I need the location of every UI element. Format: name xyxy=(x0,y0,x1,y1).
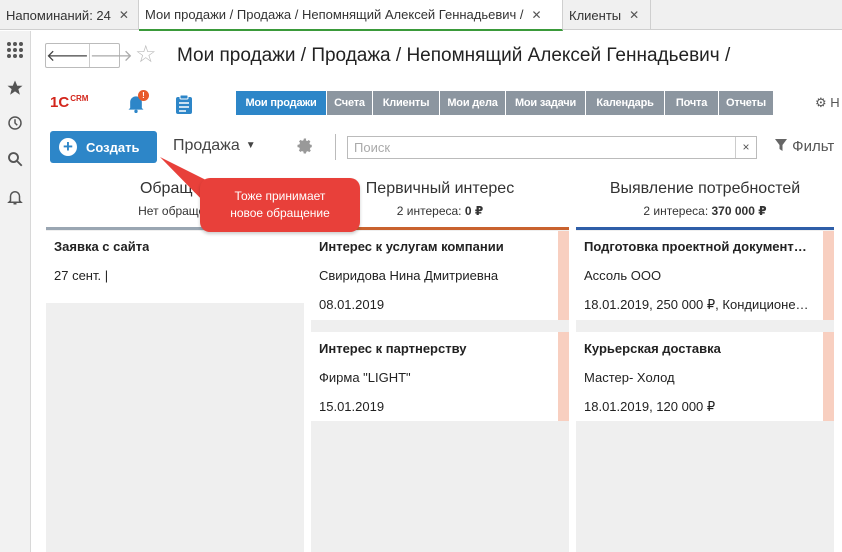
callout-line: Тоже принимает xyxy=(234,189,326,203)
filter-label: Фильт xyxy=(792,138,835,155)
tab-reminders[interactable]: Напоминаний: 24 ✕ xyxy=(0,0,139,30)
tab-label: Напоминаний: 24 xyxy=(6,7,111,23)
card-title: Подготовка проектной документ… xyxy=(584,239,807,254)
plus-icon: + xyxy=(59,138,77,156)
column-header-needs: Выявление потребностей 2 интереса: 370 0… xyxy=(576,180,834,218)
kanban-card[interactable]: Интерес к партнерству Фирма "LIGHT" 15.0… xyxy=(311,332,569,421)
card-date: 18.01.2019, 250 000 ₽, Кондиционе… xyxy=(584,297,809,312)
toolbar-divider xyxy=(335,134,336,160)
nav-calendar[interactable]: Календарь xyxy=(586,91,665,115)
nav-clients[interactable]: Клиенты xyxy=(373,91,440,115)
logo-text: 1С xyxy=(50,94,70,111)
nav-invoices[interactable]: Счета xyxy=(327,91,373,115)
grid-icon[interactable] xyxy=(5,40,25,60)
app-root: Напоминаний: 24 ✕ Мои продажи / Продажа … xyxy=(0,0,842,552)
card-client: Свиридова Нина Дмитриевна xyxy=(319,268,499,283)
card-date: 08.01.2019 xyxy=(319,297,385,312)
kanban-card[interactable]: Курьерская доставка Мастер- Холод 18.01.… xyxy=(576,332,834,421)
card-client: Фирма "LIGHT" xyxy=(319,370,411,385)
page-title: Мои продажи / Продажа / Непомнящий Алекс… xyxy=(177,45,731,66)
search-placeholder: Поиск xyxy=(354,140,391,155)
favorite-star-icon[interactable]: ☆ xyxy=(135,43,157,67)
tab-label: Клиенты xyxy=(569,7,622,23)
filter-icon xyxy=(774,138,792,155)
sale-type-dropdown[interactable]: Продажа ▼ xyxy=(173,137,256,155)
caret-down-icon: ▼ xyxy=(245,140,256,152)
callout-line: новое обращение xyxy=(230,206,330,220)
column-name: Выявление потребностей xyxy=(609,180,801,197)
card-client: Мастер- Холод xyxy=(584,370,675,385)
kanban-card[interactable]: Подготовка проектной документ… Ассоль ОО… xyxy=(576,231,834,320)
clear-search-icon[interactable]: × xyxy=(735,137,756,158)
card-status-stripe xyxy=(823,231,834,320)
left-sidebar xyxy=(0,31,31,552)
sale-dropdown-label: Продажа xyxy=(173,137,240,154)
card-title: Курьерская доставка xyxy=(584,341,721,356)
crm-logo: 1СCRM xyxy=(50,94,88,111)
close-icon[interactable]: ✕ xyxy=(629,8,639,22)
crm-nav: Мои продажи Счета Клиенты Мои дела Мои з… xyxy=(236,91,774,115)
back-arrow-icon[interactable]: 🡐 xyxy=(46,44,89,67)
nav-my-tasks[interactable]: Мои задачи xyxy=(506,91,586,115)
card-client: Ассоль ООО xyxy=(584,268,662,283)
notification-badge: ! xyxy=(138,90,149,101)
gear-icon: ⚙ xyxy=(815,95,827,110)
history-nav: 🡐 🡒 xyxy=(45,43,133,68)
kanban-card[interactable]: Интерес к услугам компании Свиридова Нин… xyxy=(311,231,569,320)
gear-icon[interactable] xyxy=(296,137,314,155)
forward-arrow-icon[interactable]: 🡒 xyxy=(88,44,133,67)
card-status-stripe xyxy=(558,332,569,421)
tab-clients[interactable]: Клиенты ✕ xyxy=(563,0,651,30)
settings-label: Н xyxy=(830,95,840,110)
card-date: 18.01.2019, 120 000 ₽ xyxy=(584,399,716,414)
history-icon[interactable] xyxy=(5,113,25,133)
nav-my-deals[interactable]: Мои дела xyxy=(440,91,506,115)
notifications-bell-icon[interactable]: ! xyxy=(126,90,149,113)
logo-sub: CRM xyxy=(70,94,89,103)
filter-button[interactable]: Фильт xyxy=(774,138,834,155)
create-label: Создать xyxy=(86,139,140,155)
card-title: Заявка с сайта xyxy=(54,239,150,254)
kanban-card[interactable]: Заявка с сайта 27 сент. | xyxy=(46,231,304,303)
card-line: 27 сент. | xyxy=(54,268,109,283)
star-icon[interactable] xyxy=(5,78,25,98)
close-icon[interactable]: ✕ xyxy=(119,8,129,22)
bell-icon[interactable] xyxy=(5,187,25,207)
clipboard-icon[interactable] xyxy=(175,94,193,114)
create-button[interactable]: + Создать xyxy=(50,131,157,163)
card-status-stripe xyxy=(558,231,569,320)
tab-label: Мои продажи / Продажа / Непомнящий Алекс… xyxy=(145,7,524,22)
crm-settings[interactable]: ⚙ Н xyxy=(815,95,840,111)
nav-reports[interactable]: Отчеты xyxy=(719,91,774,115)
search-input[interactable]: Поиск × xyxy=(347,136,757,159)
card-date: 15.01.2019 xyxy=(319,399,385,414)
tab-my-sales[interactable]: Мои продажи / Продажа / Непомнящий Алекс… xyxy=(139,0,563,31)
nav-my-sales[interactable]: Мои продажи xyxy=(236,91,327,115)
card-title: Интерес к партнерству xyxy=(319,341,467,356)
close-icon[interactable]: ✕ xyxy=(532,8,542,22)
card-title: Интерес к услугам компании xyxy=(319,239,504,254)
column-summary: 2 интереса: 370 000 ₽ xyxy=(643,204,767,218)
callout-tooltip: Тоже принимает новое обращение xyxy=(200,178,360,232)
card-status-stripe xyxy=(823,332,834,421)
window-tab-bar: Напоминаний: 24 ✕ Мои продажи / Продажа … xyxy=(0,0,842,31)
search-icon[interactable] xyxy=(5,149,25,169)
nav-mail[interactable]: Почта xyxy=(665,91,719,115)
